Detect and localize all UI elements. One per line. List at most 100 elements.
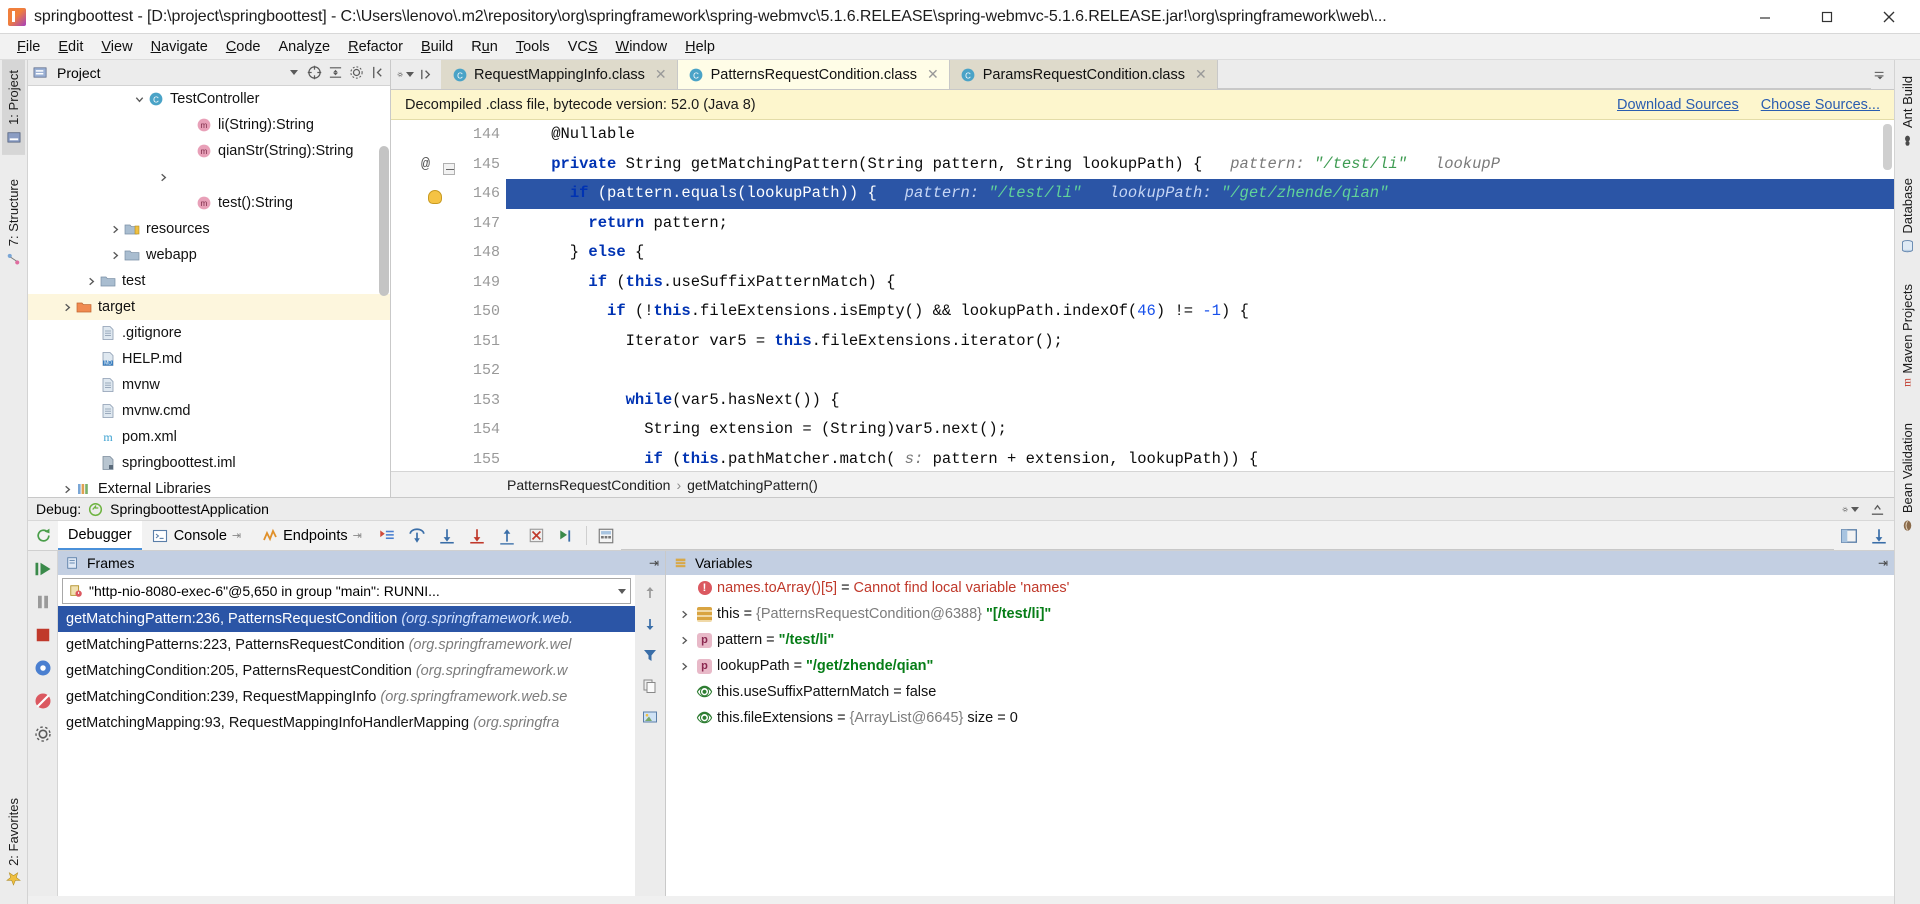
gutter-line[interactable]: 150 <box>391 297 506 327</box>
layout-settings-icon[interactable] <box>1834 521 1864 550</box>
minimize-button[interactable] <box>1734 0 1796 33</box>
frame-row[interactable]: getMatchingPatterns:223, PatternsRequest… <box>58 632 635 658</box>
variable-row[interactable]: this = {PatternsRequestCondition@6388} "[/… <box>666 601 1894 627</box>
settings-icon[interactable] <box>33 724 53 747</box>
arrow-up-icon[interactable] <box>642 585 658 604</box>
frame-row[interactable]: getMatchingMapping:93, RequestMappingInf… <box>58 710 635 736</box>
code-line[interactable]: if (this.useSuffixPatternMatch) { <box>506 268 1894 298</box>
debug-tab[interactable]: Endpoints ⇥ <box>251 521 372 550</box>
maximize-button[interactable] <box>1796 0 1858 33</box>
gutter-line[interactable]: 153 <box>391 386 506 416</box>
breadcrumb-class[interactable]: PatternsRequestCondition <box>507 477 670 493</box>
frames-list[interactable]: getMatchingPattern:236, PatternsRequestC… <box>58 606 635 896</box>
filter-icon[interactable] <box>642 647 658 666</box>
tree-node[interactable]: C TestController <box>28 86 390 112</box>
gutter-line[interactable]: 151 <box>391 327 506 357</box>
variable-row[interactable]: 👁 this.useSuffixPatternMatch = false <box>666 679 1894 705</box>
menu-navigate[interactable]: Navigate <box>142 37 217 57</box>
hide-debug-icon[interactable] <box>1869 501 1886 518</box>
code-line[interactable] <box>506 356 1894 386</box>
chevron-down-icon[interactable] <box>285 64 302 81</box>
pin-tab-icon[interactable]: ⇥ <box>232 529 241 542</box>
copy-stack-icon[interactable] <box>642 678 658 697</box>
code-line[interactable]: private String getMatchingPattern(String… <box>506 150 1894 180</box>
menu-refactor[interactable]: Refactor <box>339 37 412 57</box>
variable-row[interactable]: p lookupPath = "/get/zhende/qian" <box>666 653 1894 679</box>
code-line[interactable]: return pattern; <box>506 209 1894 239</box>
variables-settings-icon[interactable]: ⇥ <box>1878 556 1888 570</box>
editor-tab[interactable]: C PatternsRequestCondition.class ✕ <box>677 60 950 89</box>
chevron-right-icon[interactable] <box>156 170 171 185</box>
run-to-cursor-icon[interactable] <box>552 521 582 550</box>
sidebar-item-database[interactable]: Database <box>1896 168 1919 264</box>
pin-tab-icon[interactable]: ⇥ <box>353 529 362 542</box>
gutter-line[interactable]: 148 <box>391 238 506 268</box>
image-icon[interactable] <box>642 709 658 728</box>
code-line[interactable]: Iterator var5 = this.fileExtensions.iter… <box>506 327 1894 357</box>
menu-run[interactable]: Run <box>462 37 507 57</box>
debug-settings-icon[interactable] <box>1842 501 1859 518</box>
debug-config-name[interactable]: SpringboottestApplication <box>110 501 269 517</box>
sidebar-item-bean-validation[interactable]: Bean Validation <box>1896 413 1919 543</box>
collapse-panel-icon[interactable] <box>369 64 386 81</box>
menu-window[interactable]: Window <box>607 37 677 57</box>
editor-vertical-scrollbar[interactable] <box>1883 124 1892 170</box>
chevron-right-icon[interactable] <box>60 300 75 315</box>
menu-build[interactable]: Build <box>412 37 462 57</box>
gutter-line[interactable]: 149 <box>391 268 506 298</box>
pause-program-icon[interactable] <box>33 592 53 615</box>
tree-node[interactable]: test <box>28 268 390 294</box>
expand-icon[interactable] <box>327 64 344 81</box>
chevron-right-icon[interactable] <box>108 222 123 237</box>
gutter-line[interactable]: 152 <box>391 356 506 386</box>
editor-tab[interactable]: C ParamsRequestCondition.class ✕ <box>949 60 1218 89</box>
download-sources-link[interactable]: Download Sources <box>1617 97 1739 113</box>
arrow-down-icon[interactable] <box>642 616 658 635</box>
force-step-into-icon[interactable] <box>462 521 492 550</box>
debug-tab[interactable]: Console ⇥ <box>142 521 251 550</box>
editor-tab[interactable]: C RequestMappingInfo.class ✕ <box>441 60 678 89</box>
chevron-down-icon[interactable] <box>132 92 147 107</box>
gutter-line[interactable]: 147 <box>391 209 506 239</box>
chevron-right-icon[interactable] <box>108 248 123 263</box>
tree-node[interactable]: mvnw.cmd <box>28 398 390 424</box>
gutter-line[interactable]: 154 <box>391 415 506 445</box>
code-line[interactable]: @Nullable <box>506 120 1894 150</box>
show-execution-point-icon[interactable] <box>372 521 402 550</box>
expand-variable-icon[interactable] <box>676 609 692 620</box>
frames-settings-icon[interactable]: ⇥ <box>649 556 659 570</box>
sidebar-item-structure[interactable]: 7: Structure <box>2 169 25 276</box>
menu-vcs[interactable]: VCS <box>559 37 607 57</box>
tree-node[interactable]: target <box>28 294 390 320</box>
tree-node[interactable]: m qianStr(String):String <box>28 138 390 164</box>
code-line[interactable]: String extension = (String)var5.next(); <box>506 415 1894 445</box>
frame-row[interactable]: getMatchingCondition:205, PatternsReques… <box>58 658 635 684</box>
code-line[interactable]: if (pattern.equals(lookupPath)) { patter… <box>506 179 1894 209</box>
editor-gutter[interactable]: 144 @145 146 147 148 149 150 151 152 153 154 155 <box>391 120 506 471</box>
drop-frame-icon[interactable] <box>522 521 552 550</box>
tree-node[interactable]: m test():String <box>28 190 390 216</box>
step-out-icon[interactable] <box>492 521 522 550</box>
code-line[interactable]: if (this.pathMatcher.match( s: pattern +… <box>506 445 1894 472</box>
expand-variable-icon[interactable] <box>676 661 692 672</box>
menu-tools[interactable]: Tools <box>507 37 559 57</box>
close-tab-icon[interactable]: ✕ <box>927 66 939 83</box>
view-breakpoints-icon[interactable] <box>33 658 53 681</box>
breadcrumb-method[interactable]: getMatchingPattern() <box>687 477 818 493</box>
gutter-line[interactable]: @145 <box>391 150 506 180</box>
close-tab-icon[interactable]: ✕ <box>655 66 667 83</box>
step-into-icon[interactable] <box>432 521 462 550</box>
tree-node[interactable]: External Libraries <box>28 476 390 497</box>
sidebar-item-project[interactable]: 1: Project <box>2 60 25 155</box>
resume-program-icon[interactable] <box>33 559 53 582</box>
tree-node[interactable]: MD HELP.md <box>28 346 390 372</box>
stop-program-icon[interactable] <box>33 625 53 648</box>
jump-to-source-icon[interactable] <box>418 66 435 83</box>
tree-node[interactable]: m li(String):String <box>28 112 390 138</box>
export-icon[interactable] <box>1864 521 1894 550</box>
tree-node[interactable]: .gitignore <box>28 320 390 346</box>
step-over-icon[interactable] <box>402 521 432 550</box>
tree-node[interactable]: m pom.xml <box>28 424 390 450</box>
variables-list[interactable]: ! names.toArray()[5] = Cannot find local va… <box>666 575 1894 896</box>
choose-sources-link[interactable]: Choose Sources... <box>1761 97 1880 113</box>
